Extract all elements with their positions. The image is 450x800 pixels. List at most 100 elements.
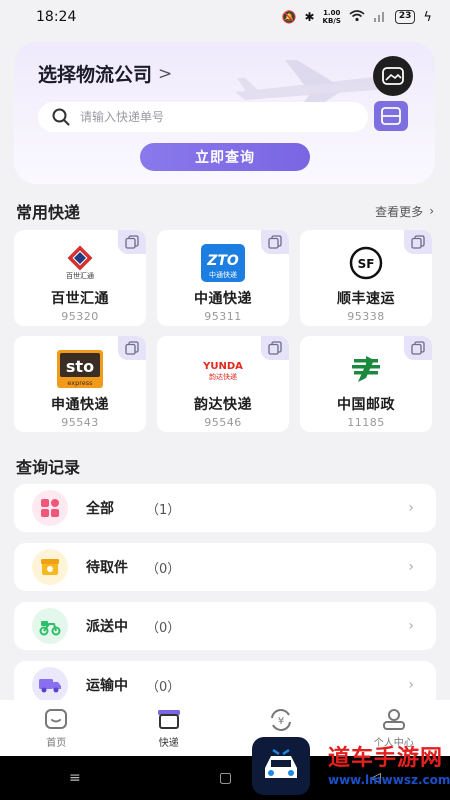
china-post-logo	[343, 350, 389, 388]
image-icon	[382, 67, 404, 85]
query-now-button[interactable]: 立即查询	[140, 143, 310, 171]
record-label: 派送中	[86, 619, 128, 635]
record-label: 全部	[86, 501, 114, 517]
tracking-number-search[interactable]	[38, 102, 368, 132]
select-courier-link[interactable]: 选择物流公司 >	[38, 60, 172, 87]
courier-phone: 95546	[204, 416, 242, 429]
courier-search-card: 选择物流公司 > 立即查询	[14, 42, 435, 184]
record-count: （0）	[146, 561, 181, 577]
courier-card-china-post[interactable]: 中国邮政 11185	[300, 336, 432, 432]
svg-text:sto: sto	[66, 357, 94, 376]
network-speed: 1.00 KB/S	[322, 9, 341, 25]
courier-card-yunda[interactable]: YUNDA 韵达快递 韵达快递 95546	[157, 336, 289, 432]
watermark-cn: 道车手游网	[328, 746, 444, 771]
yuan-refresh-icon: ¥	[271, 709, 292, 731]
chevron-right-icon: ›	[408, 618, 414, 634]
courier-phone: 95543	[61, 416, 99, 429]
package-icon	[157, 710, 180, 729]
courier-name: 顺丰速运	[337, 291, 395, 307]
tab-home[interactable]: 首页	[16, 708, 96, 749]
pickup-box-icon	[32, 549, 68, 585]
yunda-logo: YUNDA 韵达快递	[200, 350, 246, 388]
svg-text:韵达快递: 韵达快递	[209, 372, 237, 381]
status-icons: 🔕 ✱ 1.00 KB/S 23 ϟ	[282, 9, 432, 25]
record-row-all[interactable]: 全部 （1） ›	[14, 484, 436, 532]
section-title: 查询记录	[16, 458, 81, 477]
copy-icon[interactable]	[404, 336, 432, 360]
section-title: 常用快递	[16, 203, 81, 222]
status-time: 18:24	[36, 9, 77, 25]
tab-profile[interactable]: 个人中心	[354, 708, 434, 749]
courier-name: 中通快递	[194, 291, 252, 307]
courier-card-sto[interactable]: sto express 申通快递 95543	[14, 336, 146, 432]
see-more-link[interactable]: 查看更多 ›	[375, 203, 434, 220]
query-records-header: 查询记录	[16, 454, 434, 478]
copy-icon[interactable]	[261, 230, 289, 254]
copy-icon[interactable]	[261, 336, 289, 360]
courier-grid: 百世汇通 百世汇通 95320 ZTO 中通快递 中通快递 95311 SF 顺…	[14, 230, 436, 432]
query-records-list: 全部 （1） › 待取件 （0） › 派送中 （0） › 运输中 （0） ›	[14, 484, 436, 720]
chevron-right-icon: >	[158, 63, 173, 84]
copy-icon[interactable]	[118, 230, 146, 254]
courier-phone: 95311	[204, 310, 242, 323]
svg-text:express: express	[67, 379, 93, 387]
courier-name: 中国邮政	[337, 397, 395, 413]
record-row-pending-pickup[interactable]: 待取件 （0） ›	[14, 543, 436, 591]
common-couriers-header: 常用快递 查看更多 ›	[16, 199, 434, 223]
search-icon	[52, 108, 70, 126]
record-label: 运输中	[86, 678, 128, 694]
chevron-right-icon: ›	[429, 204, 434, 218]
watermark-url: www.lmwwsz.com	[328, 773, 450, 787]
courier-card-zto[interactable]: ZTO 中通快递 中通快递 95311	[157, 230, 289, 326]
signal-icon	[373, 10, 387, 25]
sf-logo: SF	[343, 244, 389, 282]
home-nav-button[interactable]: ▢	[219, 770, 232, 786]
svg-text:中通快递: 中通快递	[209, 270, 237, 279]
chevron-right-icon: ›	[408, 559, 414, 575]
truck-icon	[32, 667, 68, 703]
svg-text:SF: SF	[358, 257, 375, 271]
tab-payment[interactable]: ¥	[241, 708, 321, 736]
courier-name: 百世汇通	[51, 291, 109, 307]
home-icon	[45, 709, 68, 729]
courier-name: 申通快递	[51, 397, 109, 413]
best-express-logo: 百世汇通	[57, 244, 103, 282]
sto-logo: sto express	[57, 350, 103, 388]
recents-button[interactable]: ≡	[69, 770, 81, 786]
grid-icon	[32, 490, 68, 526]
svg-text:¥: ¥	[278, 716, 284, 727]
chevron-right-icon: ›	[408, 677, 414, 693]
scan-icon	[381, 107, 401, 125]
battery-indicator: 23	[394, 10, 416, 24]
copy-icon[interactable]	[404, 230, 432, 254]
charging-icon: ϟ	[423, 9, 432, 25]
watermark-logo	[252, 737, 310, 795]
courier-phone: 95338	[347, 310, 385, 323]
svg-text:YUNDA: YUNDA	[202, 361, 243, 372]
svg-text:百世汇通: 百世汇通	[66, 271, 94, 280]
delivery-scooter-icon	[32, 608, 68, 644]
image-recognition-button[interactable]	[373, 56, 413, 96]
bluetooth-icon: ✱	[304, 10, 315, 24]
scan-button[interactable]	[374, 101, 408, 131]
courier-card-best[interactable]: 百世汇通 百世汇通 95320	[14, 230, 146, 326]
record-label: 待取件	[86, 560, 128, 576]
copy-icon[interactable]	[118, 336, 146, 360]
tab-label: 快递	[158, 738, 179, 749]
card-title-text: 选择物流公司	[38, 64, 153, 86]
tab-label: 首页	[46, 738, 67, 749]
chevron-right-icon: ›	[408, 500, 414, 516]
tab-express[interactable]: 快递	[129, 708, 209, 749]
courier-phone: 95320	[61, 310, 99, 323]
wifi-icon	[349, 9, 365, 25]
mute-icon: 🔕	[281, 10, 297, 24]
courier-name: 韵达快递	[194, 397, 252, 413]
record-count: （0）	[146, 679, 181, 695]
courier-phone: 11185	[347, 416, 385, 429]
record-row-delivering[interactable]: 派送中 （0） ›	[14, 602, 436, 650]
tracking-number-input[interactable]	[80, 110, 340, 124]
profile-icon	[382, 709, 405, 730]
zto-logo: ZTO 中通快递	[200, 244, 246, 282]
record-count: （0）	[146, 620, 181, 636]
courier-card-sf[interactable]: SF 顺丰速运 95338	[300, 230, 432, 326]
